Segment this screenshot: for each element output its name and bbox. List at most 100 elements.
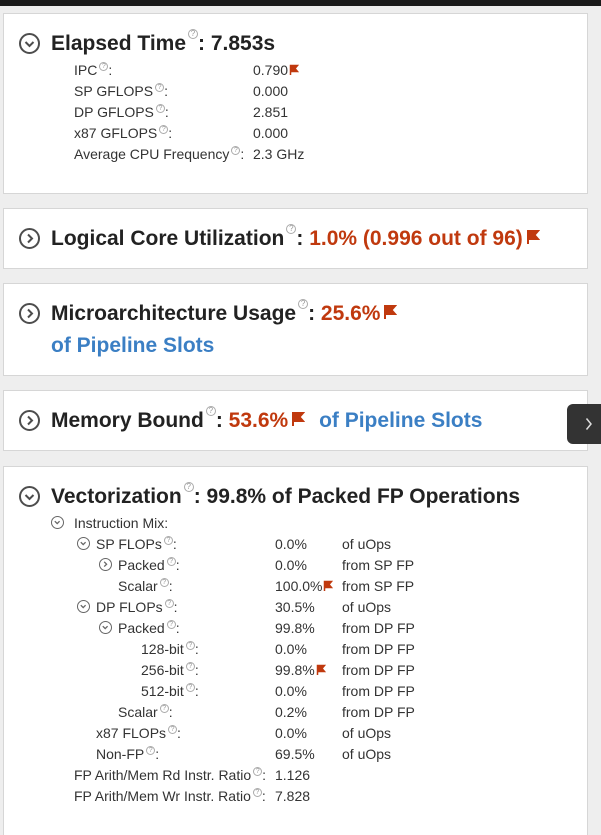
row-value: 99.8%	[275, 620, 315, 636]
side-panel-toggle[interactable]	[567, 404, 601, 444]
expand-toggle-icon[interactable]	[19, 228, 40, 249]
chevron-right-circle-icon[interactable]	[99, 558, 112, 571]
metric-label: SP GFLOPS	[74, 83, 154, 99]
help-icon[interactable]: ?	[205, 406, 216, 416]
non-fp-value: 69.5%	[275, 745, 315, 763]
help-icon[interactable]: ?	[252, 788, 262, 797]
unit-label: from DP FP	[342, 704, 415, 720]
row-value: 0.0%	[275, 683, 307, 699]
help-icon[interactable]: ?	[185, 662, 195, 671]
packed-label: Packed?:	[118, 557, 180, 573]
row-value: 100.0%	[275, 578, 323, 594]
row-value: 0.0%	[275, 557, 307, 573]
row-value: 0.0%	[275, 725, 307, 741]
instruction-mix-toggle-icon[interactable]	[51, 516, 64, 529]
row-value: 69.5%	[275, 746, 315, 762]
red-flag-icon	[292, 412, 306, 426]
row-label: 256-bit	[141, 662, 184, 678]
collapse-toggle-icon[interactable]	[19, 33, 40, 54]
metric-label: DP GFLOPS	[74, 104, 154, 120]
scalar-value: 100.0%	[275, 577, 334, 595]
logical-core-panel: Logical Core Utilization?: 1.0% (0.996 o…	[3, 208, 588, 269]
help-icon[interactable]: ?	[185, 683, 195, 692]
row-label: Scalar	[118, 704, 158, 720]
help-icon[interactable]: ?	[231, 146, 241, 155]
memory-bound-title: Memory Bound	[51, 409, 204, 432]
collapse-toggle-icon[interactable]	[19, 486, 40, 507]
chevron-down-circle-icon[interactable]	[77, 537, 90, 550]
microarchitecture-unit-link[interactable]: of Pipeline Slots	[51, 333, 214, 359]
unit-link[interactable]: of uOps	[342, 724, 391, 742]
elapsed-time-panel: Elapsed Time?: 7.853s IPC?: 0.790 SP GFL…	[3, 13, 588, 194]
dp-flops-value: 30.5%	[275, 598, 315, 616]
128-bit-label: 128-bit?:	[141, 641, 199, 657]
memory-bound-unit-link[interactable]: of Pipeline Slots	[319, 409, 482, 432]
red-flag-icon	[289, 64, 300, 75]
row-label: 128-bit	[141, 641, 184, 657]
help-icon[interactable]: ?	[163, 536, 173, 545]
metric-label: IPC	[74, 62, 98, 78]
unit-label: from DP FP	[342, 641, 415, 657]
unit-link[interactable]: of uOps	[342, 745, 391, 763]
256-bit-label: 256-bit?:	[141, 662, 199, 678]
elapsed-time-value: 7.853s	[210, 32, 276, 55]
ipc-label-row: IPC?:	[74, 62, 113, 78]
help-icon[interactable]: ?	[159, 704, 169, 713]
vectorization-panel: Vectorization?: 99.8% of Packed FP Opera…	[3, 466, 588, 835]
help-icon[interactable]: ?	[164, 599, 174, 608]
help-icon[interactable]: ?	[155, 104, 165, 113]
help-icon[interactable]: ?	[188, 29, 199, 39]
row-label: FP Arith/Mem Wr Instr. Ratio	[74, 788, 251, 804]
red-flag-icon	[526, 230, 540, 244]
row-label: Packed	[118, 620, 165, 636]
help-icon[interactable]: ?	[298, 299, 309, 309]
unit-label: from SP FP	[342, 578, 415, 594]
red-flag-icon	[324, 580, 334, 591]
chevron-down-circle-icon[interactable]	[77, 600, 90, 613]
help-icon[interactable]: ?	[253, 767, 263, 776]
red-flag-icon	[384, 305, 398, 319]
vectorization-title: Vectorization	[51, 485, 182, 508]
microarchitecture-heading: Microarchitecture Usage?: 25.6%	[51, 299, 398, 327]
expand-toggle-icon[interactable]	[19, 303, 40, 324]
top-bar	[0, 0, 601, 6]
help-icon[interactable]: ?	[166, 557, 176, 566]
unit-label: from DP FP	[342, 683, 415, 699]
avg-cpu-freq-label-row: Average CPU Frequency?:	[74, 146, 245, 162]
unit-link[interactable]: of uOps	[342, 598, 391, 616]
row-value: 30.5%	[275, 599, 315, 615]
x87-flops-label: x87 FLOPs?:	[96, 725, 181, 741]
help-icon[interactable]: ?	[146, 746, 156, 755]
256-bit-value: 99.8%	[275, 661, 326, 679]
dp-flops-label: DP FLOPs?:	[96, 599, 178, 615]
fp-arith-mem-rd-instr-ratio-value: 1.126	[275, 766, 310, 784]
dp-gflops-label-row: DP GFLOPS?:	[74, 104, 169, 120]
help-icon[interactable]: ?	[185, 641, 195, 650]
expand-toggle-icon[interactable]	[19, 410, 40, 431]
help-icon[interactable]: ?	[183, 482, 194, 492]
512-bit-value: 0.0%	[275, 682, 307, 700]
row-label: SP FLOPs	[96, 536, 162, 552]
x87-flops-value: 0.0%	[275, 724, 307, 742]
help-icon[interactable]: ?	[159, 578, 169, 587]
help-icon[interactable]: ?	[159, 125, 169, 134]
non-fp-label: Non-FP?:	[96, 746, 160, 762]
unit-link[interactable]: of uOps	[342, 535, 391, 553]
help-icon[interactable]: ?	[286, 224, 297, 234]
help-icon[interactable]: ?	[99, 62, 109, 71]
help-icon[interactable]: ?	[168, 725, 178, 734]
microarchitecture-panel: Microarchitecture Usage?: 25.6% of Pipel…	[3, 283, 588, 376]
row-value: 0.2%	[275, 704, 307, 720]
help-icon[interactable]: ?	[166, 620, 176, 629]
help-icon[interactable]: ?	[155, 83, 165, 92]
unit-label: from DP FP	[342, 662, 415, 678]
row-value: 7.828	[275, 788, 311, 804]
vectorization-heading: Vectorization?: 99.8% of Packed FP Opera…	[51, 482, 521, 508]
packed-value: 99.8%	[275, 619, 315, 637]
logical-core-heading: Logical Core Utilization?: 1.0% (0.996 o…	[51, 224, 540, 252]
row-label: Scalar	[118, 578, 158, 594]
vectorization-value: 99.8% of Packed FP Operations	[206, 485, 521, 508]
x87-gflops-value: 0.000	[253, 125, 289, 141]
chevron-down-circle-icon[interactable]	[99, 621, 112, 634]
scalar-value: 0.2%	[275, 703, 307, 721]
